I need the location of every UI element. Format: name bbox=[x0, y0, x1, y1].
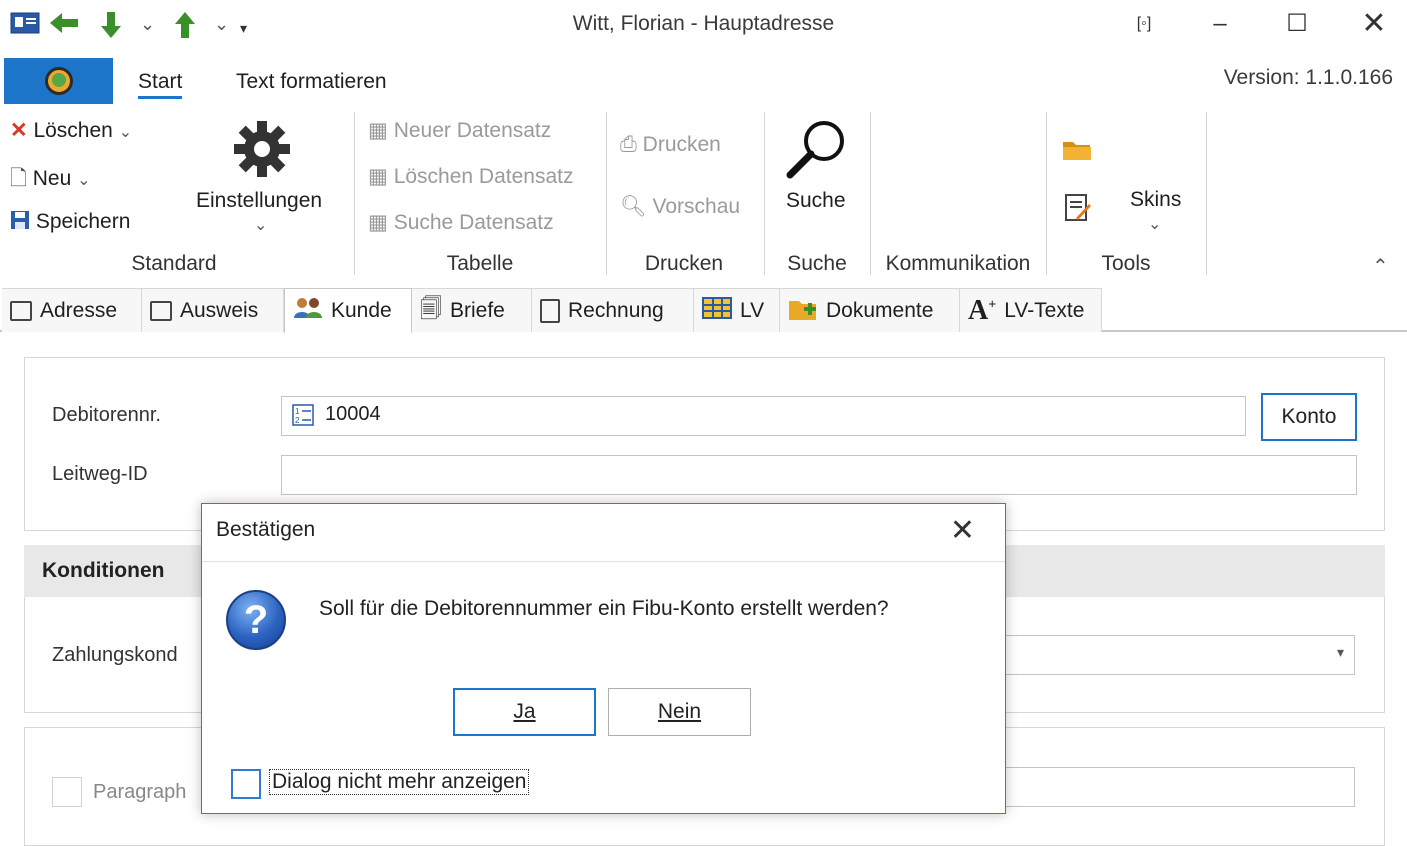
printer-icon: ⎙ bbox=[620, 133, 637, 156]
speichern-button[interactable]: Speichern bbox=[10, 210, 130, 234]
debitorennr-label: Debitorennr. bbox=[52, 404, 161, 426]
tab-text-formatieren[interactable]: Text formatieren bbox=[236, 70, 387, 94]
dialog-divider bbox=[202, 561, 1005, 562]
vorschau-button[interactable]: 🔍︎ Vorschau bbox=[620, 195, 740, 219]
svg-text:2: 2 bbox=[295, 416, 300, 425]
einstellungen-button[interactable]: Einstellungen ⌄ bbox=[174, 115, 348, 245]
window-title: Witt, Florian - Hauptadresse bbox=[572, 12, 835, 35]
dropdown-arrow-icon: ▾ bbox=[1336, 644, 1344, 660]
address-card-icon bbox=[10, 300, 32, 321]
tab-adresse[interactable]: Adresse bbox=[2, 288, 142, 332]
dont-show-again-checkbox[interactable] bbox=[231, 769, 261, 799]
id-card-icon bbox=[150, 300, 172, 321]
tab-lv[interactable]: LV bbox=[694, 288, 780, 332]
question-icon: ? bbox=[226, 590, 286, 650]
separator bbox=[1206, 112, 1207, 275]
tab-lv-texte[interactable]: A+ LV-Texte bbox=[960, 288, 1102, 332]
maximize-button[interactable]: ☐ bbox=[1277, 8, 1317, 40]
chevron-down-icon: ⌄ bbox=[118, 124, 133, 141]
zahlungskond-label: Zahlungskond bbox=[52, 644, 178, 666]
group-label-standard: Standard bbox=[131, 252, 217, 275]
separator bbox=[354, 112, 355, 275]
no-button[interactable]: Nein bbox=[608, 688, 751, 736]
collapse-ribbon-icon[interactable]: ⌃ bbox=[1372, 254, 1389, 279]
drucken-button[interactable]: ⎙ Drucken bbox=[620, 133, 721, 157]
fullscreen-icon[interactable]: [◦] bbox=[1124, 8, 1164, 40]
tab-kunde[interactable]: Kunde bbox=[284, 288, 412, 334]
magnifier-icon bbox=[784, 117, 850, 186]
chevron-down-icon: ⌄ bbox=[77, 172, 91, 189]
documents-icon bbox=[788, 295, 818, 327]
group-label-drucken: Drucken bbox=[644, 252, 724, 275]
tab-dokumente[interactable]: Dokumente bbox=[780, 288, 960, 332]
zahlungskond-dropdown[interactable]: ▾ bbox=[960, 635, 1355, 675]
yes-button[interactable]: Ja bbox=[453, 688, 596, 736]
table-add-icon: ▦ bbox=[368, 119, 388, 142]
paragraph-label: Paragraph bbox=[93, 781, 187, 803]
skins-button[interactable]: Skins ⌄ bbox=[1106, 186, 1206, 246]
print-preview-icon: 🔍︎ bbox=[620, 195, 647, 218]
chevron-down-icon: ⌄ bbox=[254, 217, 268, 234]
svg-text:1: 1 bbox=[295, 407, 300, 416]
konto-button[interactable]: Konto bbox=[1261, 393, 1357, 441]
leitweg-id-label: Leitweg-ID bbox=[52, 463, 148, 485]
numbered-list-icon: 12 bbox=[292, 404, 314, 431]
dont-show-again-label[interactable]: Dialog nicht mehr anzeigen bbox=[269, 769, 530, 795]
minimize-button[interactable]: – bbox=[1200, 8, 1240, 40]
app-logo-icon bbox=[44, 67, 73, 95]
group-label-tabelle: Tabelle bbox=[446, 252, 514, 275]
tab-briefe[interactable]: 🗐 Briefe bbox=[412, 288, 532, 332]
separator bbox=[1046, 112, 1047, 275]
table-search-icon: ▦ bbox=[368, 211, 388, 234]
gear-icon bbox=[232, 119, 292, 184]
chevron-down-icon: ⌄ bbox=[1148, 216, 1162, 233]
folder-icon[interactable] bbox=[1062, 138, 1092, 167]
delete-icon: ✕ bbox=[10, 119, 28, 142]
table-delete-icon: ▦ bbox=[368, 165, 388, 188]
lv-table-icon bbox=[702, 296, 732, 325]
new-document-icon: 🗋 bbox=[10, 167, 27, 190]
debitorennr-value: 10004 bbox=[325, 403, 381, 425]
dialog-message: Soll für die Debitorennummer ein Fibu-Ko… bbox=[319, 597, 889, 620]
loeschen-datensatz-button[interactable]: ▦ Löschen Datensatz bbox=[368, 164, 573, 189]
suche-datensatz-button[interactable]: ▦ Suche Datensatz bbox=[368, 210, 554, 235]
separator bbox=[606, 112, 607, 275]
document-tabs: Adresse Ausweis Kunde 🗐 Briefe Rechnung … bbox=[0, 288, 1407, 334]
close-button[interactable]: ✕ bbox=[1354, 8, 1394, 40]
dialog-close-button[interactable]: ✕ bbox=[950, 514, 975, 548]
title-bar: ⌄ ⌄ ▾ Witt, Florian - Hauptadresse [◦] –… bbox=[0, 0, 1407, 50]
file-menu-button[interactable] bbox=[4, 58, 113, 104]
neu-button[interactable]: 🗋 Neu ⌄ bbox=[10, 164, 91, 199]
group-label-suche: Suche bbox=[787, 252, 847, 275]
customers-icon bbox=[293, 296, 323, 326]
separator bbox=[870, 112, 871, 275]
letters-icon: 🗐 bbox=[420, 295, 442, 321]
group-label-kommunikation: Kommunikation bbox=[885, 252, 1031, 275]
font-increase-icon: A+ bbox=[968, 294, 997, 326]
group-label-tools: Tools bbox=[1101, 252, 1151, 275]
tab-ausweis[interactable]: Ausweis bbox=[142, 288, 284, 332]
tab-rechnung[interactable]: Rechnung bbox=[532, 288, 694, 332]
invoice-icon bbox=[540, 298, 560, 323]
version-label: Version: 1.1.0.166 bbox=[1223, 66, 1393, 89]
dialog-title: Bestätigen bbox=[216, 518, 316, 541]
separator bbox=[764, 112, 765, 275]
leitweg-id-field[interactable] bbox=[281, 455, 1357, 495]
notepad-icon[interactable] bbox=[1064, 192, 1092, 227]
save-icon bbox=[10, 210, 36, 233]
debitorennr-field[interactable]: 12 10004 bbox=[281, 396, 1246, 436]
loeschen-button[interactable]: ✕ Löschen ⌄ bbox=[10, 118, 132, 143]
suche-button[interactable]: Suche bbox=[772, 115, 864, 225]
paragraph-checkbox[interactable] bbox=[52, 777, 82, 807]
neuer-datensatz-button[interactable]: ▦ Neuer Datensatz bbox=[368, 118, 551, 143]
tab-start[interactable]: Start bbox=[138, 70, 183, 99]
confirm-dialog: Bestätigen ✕ ? Soll für die Debitorennum… bbox=[201, 503, 1006, 814]
